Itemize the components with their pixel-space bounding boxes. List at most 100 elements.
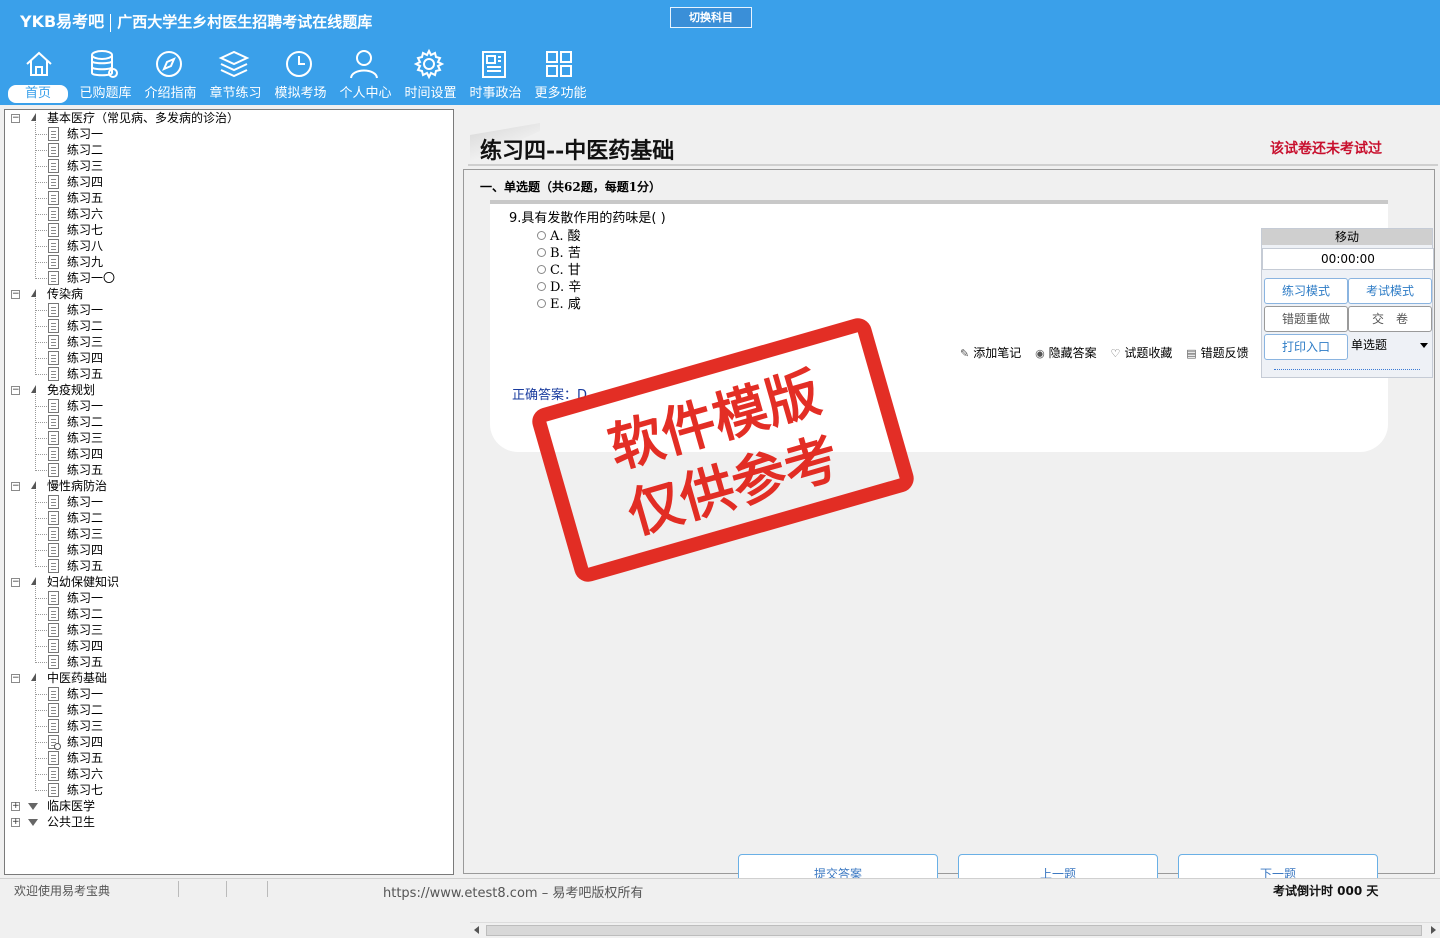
tree-item[interactable]: 练习六 — [5, 766, 445, 782]
tree-item[interactable]: 练习七 — [5, 222, 445, 238]
tree-item[interactable]: 练习三 — [5, 526, 445, 542]
expand-icon[interactable]: + — [11, 802, 20, 811]
collapse-icon[interactable]: − — [11, 578, 20, 587]
tree-item[interactable]: 练习五 — [5, 558, 445, 574]
print-button[interactable]: 打印入口 — [1264, 334, 1348, 360]
news-icon — [482, 51, 506, 78]
tree-item[interactable]: 练习二 — [5, 318, 445, 334]
tree-item[interactable]: 练习一 — [5, 302, 445, 318]
nav-personal-center[interactable]: 个人中心 — [333, 46, 398, 104]
tree-item-label: 练习四 — [67, 543, 104, 557]
radio-icon[interactable] — [537, 299, 546, 308]
tree-group[interactable]: − 妇幼保健知识 — [5, 574, 445, 590]
tree-item-label: 练习八 — [67, 239, 104, 253]
scroll-right-icon[interactable] — [1431, 926, 1436, 934]
hide-answer-button[interactable]: ◉ 隐藏答案 — [1035, 346, 1097, 360]
exam-mode-button[interactable]: 考试模式 — [1348, 278, 1432, 304]
collapse-icon[interactable]: − — [11, 674, 20, 683]
tree-item[interactable]: 练习三 — [5, 334, 445, 350]
tree-item[interactable]: 练习一 — [5, 126, 445, 142]
switch-subject-button[interactable]: 切换科目 — [670, 7, 752, 28]
document-icon — [48, 463, 59, 477]
tree-item[interactable]: 练习二 — [5, 142, 445, 158]
tree-item[interactable]: 练习四 — [5, 174, 445, 190]
expanded-arrow-icon — [31, 113, 36, 121]
chapter-tree[interactable]: − 基本医疗（常见病、多发病的诊治） 练习一 练习二 练习三 练习四 练习五 练习六 练习七 练习… — [4, 109, 454, 875]
document-icon — [48, 559, 59, 573]
radio-icon[interactable] — [537, 231, 546, 240]
tree-group[interactable]: − 基本医疗（常见病、多发病的诊治） — [5, 110, 445, 126]
collapse-icon[interactable]: − — [11, 114, 20, 123]
scroll-left-icon[interactable] — [474, 926, 479, 934]
tree-item[interactable]: 练习六 — [5, 206, 445, 222]
tree-item[interactable]: 练习一 — [5, 686, 445, 702]
nav-mock-exam[interactable]: 模拟考场 — [268, 46, 333, 104]
resize-handle[interactable] — [1274, 369, 1420, 370]
tree-item-label: 练习七 — [67, 223, 104, 237]
tree-item[interactable]: 练习五 — [5, 654, 445, 670]
tree-group[interactable]: − 慢性病防治 — [5, 478, 445, 494]
tree-group[interactable]: + 公共卫生 — [5, 814, 445, 830]
submit-paper-button[interactable]: 交 卷 — [1348, 306, 1432, 332]
tree-item[interactable]: 练习二 — [5, 510, 445, 526]
tree-item-label: 练习七 — [67, 783, 104, 797]
nav-purchased-banks[interactable]: 已购题库 — [73, 46, 138, 104]
tree-item[interactable]: 练习五 — [5, 750, 445, 766]
scroll-thumb[interactable] — [486, 925, 1422, 936]
floating-control-panel[interactable]: 移动 00:00:00 练习模式 考试模式 错题重做 交 卷 打印入口 单选题 — [1261, 228, 1434, 378]
tree-group[interactable]: − 传染病 — [5, 286, 445, 302]
nav-current-affairs[interactable]: 时事政治 — [463, 46, 528, 104]
tree-item[interactable]: 练习二 — [5, 606, 445, 622]
tree-item[interactable]: 练习四 — [5, 638, 445, 654]
horizontal-scrollbar[interactable] — [470, 922, 1440, 938]
tree-item[interactable]: 练习三 — [5, 158, 445, 174]
nav-chapter-practice[interactable]: 章节练习 — [203, 46, 268, 104]
practice-mode-button[interactable]: 练习模式 — [1264, 278, 1348, 304]
nav-time-settings[interactable]: 时间设置 — [398, 46, 463, 104]
nav-home[interactable]: 首页 — [8, 46, 73, 104]
tree-item[interactable]: 练习一 — [5, 590, 445, 606]
tree-item[interactable]: 练习三 — [5, 718, 445, 734]
redo-wrong-button[interactable]: 错题重做 — [1264, 306, 1348, 332]
report-error-button[interactable]: ▤ 错题反馈 — [1186, 346, 1248, 360]
tree-group[interactable]: + 临床医学 — [5, 798, 445, 814]
nav-guide[interactable]: 介绍指南 — [138, 46, 203, 104]
move-handle[interactable]: 移动 — [1262, 229, 1432, 245]
nav-more-features[interactable]: 更多功能 — [528, 46, 593, 104]
question-type-select[interactable]: 单选题 — [1348, 334, 1432, 358]
collapse-icon[interactable]: − — [11, 290, 20, 299]
tree-item[interactable]: 练习一 — [5, 398, 445, 414]
radio-icon[interactable] — [537, 282, 546, 291]
collapse-icon[interactable]: − — [11, 386, 20, 395]
add-note-button[interactable]: ✎ 添加笔记 — [960, 346, 1021, 360]
tree-item[interactable]: 练习二 — [5, 702, 445, 718]
tree-group-label: 妇幼保健知识 — [47, 575, 120, 589]
tree-item[interactable]: 练习三 — [5, 622, 445, 638]
tree-item[interactable]: 练习七 — [5, 782, 445, 798]
tree-item[interactable]: 练习二 — [5, 414, 445, 430]
tree-item[interactable]: 练习五 — [5, 366, 445, 382]
tree-item[interactable]: 练习五 — [5, 462, 445, 478]
tree-item[interactable]: 练习八 — [5, 238, 445, 254]
tree-item[interactable]: 练习五 — [5, 190, 445, 206]
tree-item[interactable]: 练习四 — [5, 734, 445, 750]
question-text: 9.具有发散作用的药味是( ) — [509, 211, 666, 226]
tree-item-label: 练习二 — [67, 703, 104, 717]
expand-icon[interactable]: + — [11, 818, 20, 827]
tree-item[interactable]: 练习四 — [5, 350, 445, 366]
tree-item[interactable]: 练习一〇 — [5, 270, 445, 286]
radio-icon[interactable] — [537, 248, 546, 257]
tree-group[interactable]: − 中医药基础 — [5, 670, 445, 686]
nav-home-label: 首页 — [8, 85, 68, 103]
tree-group[interactable]: − 免疫规划 — [5, 382, 445, 398]
tree-item[interactable]: 练习四 — [5, 446, 445, 462]
tree-item[interactable]: 练习九 — [5, 254, 445, 270]
favorite-button[interactable]: ♡ 试题收藏 — [1111, 346, 1173, 360]
tree-item[interactable]: 练习三 — [5, 430, 445, 446]
collapse-icon[interactable]: − — [11, 482, 20, 491]
option-e[interactable]: E. 咸 — [537, 293, 581, 312]
radio-icon[interactable] — [537, 265, 546, 274]
status-bar: 欢迎使用易考宝典 https://www.etest8.com – 易考吧版权所… — [0, 878, 1440, 901]
tree-item[interactable]: 练习一 — [5, 494, 445, 510]
tree-item[interactable]: 练习四 — [5, 542, 445, 558]
